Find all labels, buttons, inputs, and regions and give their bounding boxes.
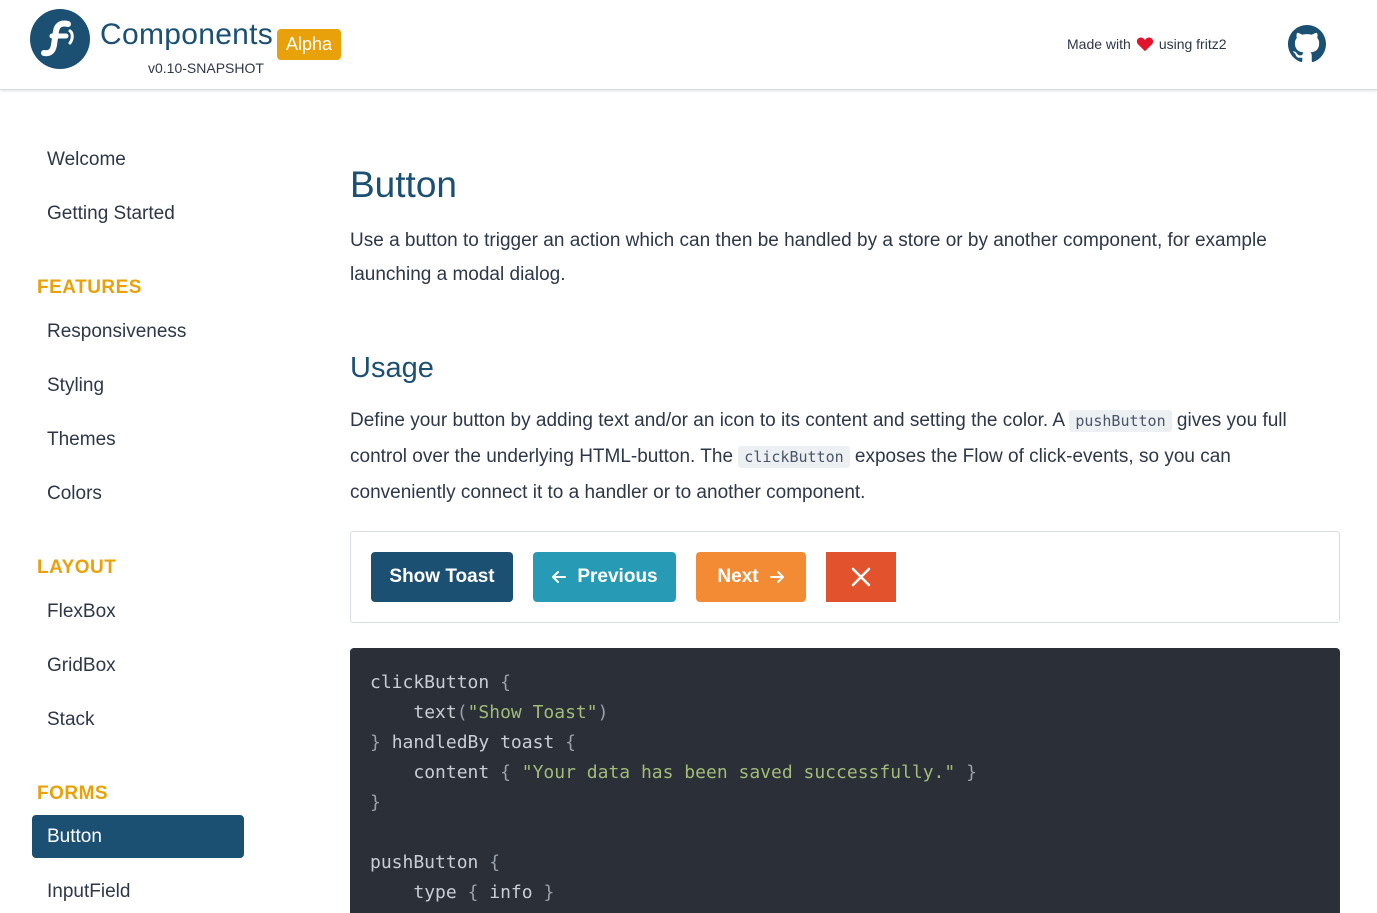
usage-paragraph: Define your button by adding text and/or… [350,403,1340,510]
version-label: v0.10-SNAPSHOT [148,60,264,76]
previous-label: Previous [577,566,658,587]
fritz2-logo[interactable] [30,9,90,69]
made-with-suffix[interactable]: using fritz2 [1159,36,1227,52]
inline-code-pushbutton: pushButton [1069,410,1172,432]
heart-icon [1136,37,1153,52]
app-header: Components v0.10-SNAPSHOT Alpha Made wit… [0,0,1377,90]
sidebar-section-forms: FORMS [37,783,109,804]
made-with-prefix: Made with [1067,36,1131,52]
intro-paragraph: Use a button to trigger an action which … [350,230,1267,285]
sidebar-item-inputfield[interactable]: InputField [32,870,244,913]
sidebar-item-colors[interactable]: Colors [32,472,244,515]
previous-button[interactable]: Previous [533,552,676,602]
code-token: pushButton [370,852,479,873]
sidebar-nav: Welcome Getting Started FEATURES Respons… [0,90,280,913]
page-title: Button [350,164,457,205]
sidebar-item-gridbox[interactable]: GridBox [32,644,244,687]
close-icon [851,567,871,587]
github-icon[interactable] [1288,25,1326,63]
code-line-3: } handledBy toast { [370,732,576,753]
next-label: Next [717,566,759,587]
code-token: type [413,882,457,903]
sidebar-section-layout: LAYOUT [37,557,117,578]
code-line-8: type { info } [413,882,555,903]
code-line-2: text("Show Toast") [413,702,609,723]
code-token: text [413,702,457,723]
sidebar-section-features: FEATURES [37,277,142,298]
sidebar-item-stack[interactable]: Stack [32,698,244,741]
close-button[interactable] [826,552,896,602]
code-token: handledBy [391,732,490,753]
button-demo-panel: Show Toast Previous Next [350,531,1340,623]
code-token: content [413,762,490,783]
code-line-7: pushButton { [370,852,501,873]
inline-code-clickbutton: clickButton [738,446,850,468]
brand-title[interactable]: Components [100,18,273,52]
sidebar-item-welcome[interactable]: Welcome [32,138,244,181]
code-example: clickButton { text("Show Toast") } handl… [350,648,1340,913]
usage-heading: Usage [350,352,434,384]
arrow-right-icon [769,571,784,583]
code-line-4: content { "Your data has been saved succ… [413,762,977,783]
sidebar-item-themes[interactable]: Themes [32,418,244,461]
code-token: toast [500,732,555,753]
code-string: "Show Toast" [467,702,598,723]
next-button[interactable]: Next [696,552,806,602]
code-string: "Your data has been saved successfully." [521,762,956,783]
code-token: info [489,882,533,903]
code-line-5: } [370,792,381,813]
made-with-note: Made with using fritz2 [1067,36,1227,52]
code-line-1: clickButton { [370,672,511,693]
sidebar-item-getting-started[interactable]: Getting Started [32,192,244,235]
code-token: clickButton [370,672,490,693]
arrow-left-icon [552,571,567,583]
show-toast-label: Show Toast [389,566,495,587]
sidebar-item-flexbox[interactable]: FlexBox [32,590,244,633]
usage-text-1: Define your button by adding text and/or… [350,410,1065,431]
sidebar-item-button[interactable]: Button [32,815,244,858]
show-toast-button[interactable]: Show Toast [371,552,513,602]
sidebar-item-responsiveness[interactable]: Responsiveness [32,310,244,353]
sidebar-item-styling[interactable]: Styling [32,364,244,407]
alpha-badge: Alpha [277,29,342,60]
